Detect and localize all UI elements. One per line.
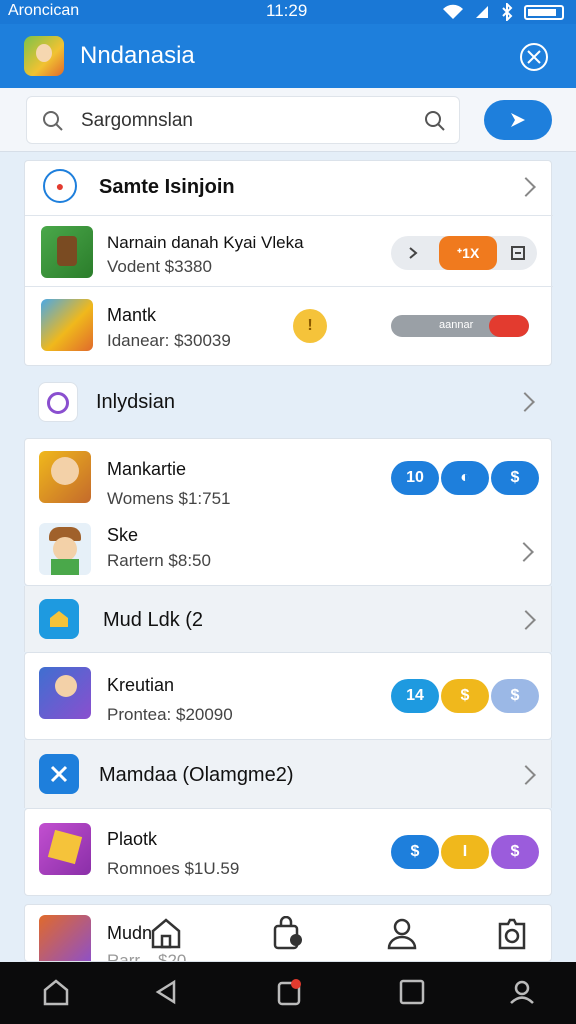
item-thumbnail xyxy=(39,667,91,719)
system-nav-bar xyxy=(0,962,576,1024)
home-icon xyxy=(39,599,79,639)
item-subtitle: Idanear: $30039 xyxy=(107,331,231,350)
coin-button[interactable]: ! xyxy=(293,309,327,343)
item-title: Mankartie xyxy=(107,459,187,479)
carrier-label: Aroncican xyxy=(8,2,80,19)
item-title: Ske xyxy=(107,525,139,545)
recents-nav-icon[interactable] xyxy=(398,978,426,1006)
list-item[interactable]: Mankartie Womens $1:751 10 ◐ $ xyxy=(25,439,553,515)
home-nav-icon[interactable] xyxy=(42,978,70,1006)
count-button[interactable]: 10 xyxy=(391,461,439,495)
camera-tab-icon[interactable] xyxy=(496,916,528,950)
list-item[interactable]: Ske Rartern $8:50 xyxy=(25,515,553,587)
section-card-1: ● Samte Isinjoin Narnain danah Kyai Vlek… xyxy=(24,160,553,366)
chevron-right-icon xyxy=(409,247,418,259)
price-button[interactable]: $ xyxy=(441,679,489,713)
item-subtitle: Rartern $8:50 xyxy=(107,551,211,570)
globe-icon: ● xyxy=(43,169,77,203)
list-item[interactable]: Narnain danah Kyai Vleka Vodent $3380 ᐩ1… xyxy=(25,216,553,286)
section-header-4[interactable]: Mamdaa (Olamgme2) xyxy=(24,740,552,808)
app-bar: Nndanasia xyxy=(0,24,576,88)
boost-button[interactable]: ᐩ1X xyxy=(439,236,497,270)
item-subtitle: Womens $1:751 xyxy=(107,489,231,508)
chevron-right-icon xyxy=(514,542,534,562)
clock: 11:29 xyxy=(266,1,308,20)
search-value: Sargomnslan xyxy=(81,110,193,131)
bluetooth-icon xyxy=(502,3,513,21)
section-title: Inlydsian xyxy=(96,391,175,413)
send-button[interactable] xyxy=(484,100,552,140)
notification-nav-icon[interactable] xyxy=(276,978,304,1006)
item-subtitle: Prontea: $20090 xyxy=(107,705,233,724)
section-title: Samte Isinjoin xyxy=(99,176,235,198)
item-thumbnail xyxy=(39,451,91,503)
close-box-icon xyxy=(511,246,525,260)
section-header-3[interactable]: Mud Ldk (2 xyxy=(24,586,552,652)
wifi-icon xyxy=(443,4,463,19)
bottom-tab-bar xyxy=(0,904,576,962)
chevron-right-icon xyxy=(516,765,536,785)
close-button[interactable] xyxy=(501,236,535,270)
item-subtitle: Romnoes $1U.59 xyxy=(107,859,240,878)
search-submit-icon[interactable] xyxy=(423,109,447,133)
profile-tab-icon[interactable] xyxy=(386,916,418,950)
list-item[interactable]: Kreutian Prontea: $20090 14 $ $ xyxy=(25,653,553,741)
battery-icon xyxy=(524,4,564,20)
action-group: ᐩ1X xyxy=(391,236,537,270)
status-icons xyxy=(442,3,564,21)
app-title: Nndanasia xyxy=(80,42,195,69)
section-card-2: Mankartie Womens $1:751 10 ◐ $ Ske Rarte… xyxy=(24,438,552,586)
moon-button[interactable]: ◐ xyxy=(441,461,489,495)
slider-label: aannar xyxy=(439,319,474,331)
price-button[interactable]: $ xyxy=(491,461,539,495)
list-item[interactable]: Mantk Idanear: $30039 ! aannar xyxy=(25,287,553,365)
pause-button[interactable]: I xyxy=(441,835,489,869)
price-button[interactable]: $ xyxy=(491,835,539,869)
close-icon xyxy=(39,754,79,794)
assistant-nav-icon[interactable] xyxy=(508,978,536,1006)
forward-button[interactable] xyxy=(391,236,435,270)
settings-button[interactable] xyxy=(520,43,548,71)
send-icon xyxy=(511,113,525,127)
section-header-2[interactable]: Inlydsian xyxy=(24,372,552,432)
section-title: Mud Ldk (2 xyxy=(103,609,204,631)
circle-icon xyxy=(38,382,78,422)
item-thumbnail xyxy=(41,226,93,278)
section-card-3: Kreutian Prontea: $20090 14 $ $ xyxy=(24,652,552,740)
app-logo xyxy=(24,36,64,76)
bag-tab-icon[interactable] xyxy=(272,916,304,950)
section-title: Mamdaa (Olamgme2) xyxy=(99,764,294,786)
chevron-right-icon xyxy=(516,177,536,197)
item-thumbnail xyxy=(39,823,91,875)
item-subtitle: Vodent $3380 xyxy=(107,257,212,276)
item-title: Kreutian xyxy=(107,675,175,695)
home-tab-icon[interactable] xyxy=(150,916,182,950)
list-item[interactable]: Plaotk Romnoes $1U.59 $ I $ xyxy=(25,809,553,897)
item-title: Mantk xyxy=(107,305,157,325)
search-icon xyxy=(43,111,63,131)
search-input[interactable]: Sargomnslan xyxy=(26,96,460,144)
chevron-right-icon xyxy=(515,392,535,412)
section-header-1[interactable]: ● Samte Isinjoin xyxy=(25,161,553,215)
progress-slider[interactable]: aannar xyxy=(391,315,529,337)
item-title: Narnain danah Kyai Vleka xyxy=(107,233,304,252)
settings-icon xyxy=(527,50,541,64)
status-bar: Aroncican 11:29 xyxy=(0,0,576,24)
search-area: Sargomnslan xyxy=(0,88,576,152)
item-thumbnail xyxy=(41,299,93,351)
item-title: Plaotk xyxy=(107,829,158,849)
item-thumbnail xyxy=(39,523,91,575)
back-nav-icon[interactable] xyxy=(152,978,180,1006)
count-button[interactable]: 14 xyxy=(391,679,439,713)
price-button[interactable]: $ xyxy=(491,679,539,713)
signal-icon xyxy=(476,6,488,18)
section-card-4: Plaotk Romnoes $1U.59 $ I $ xyxy=(24,808,552,896)
price-button[interactable]: $ xyxy=(391,835,439,869)
chevron-right-icon xyxy=(516,610,536,630)
